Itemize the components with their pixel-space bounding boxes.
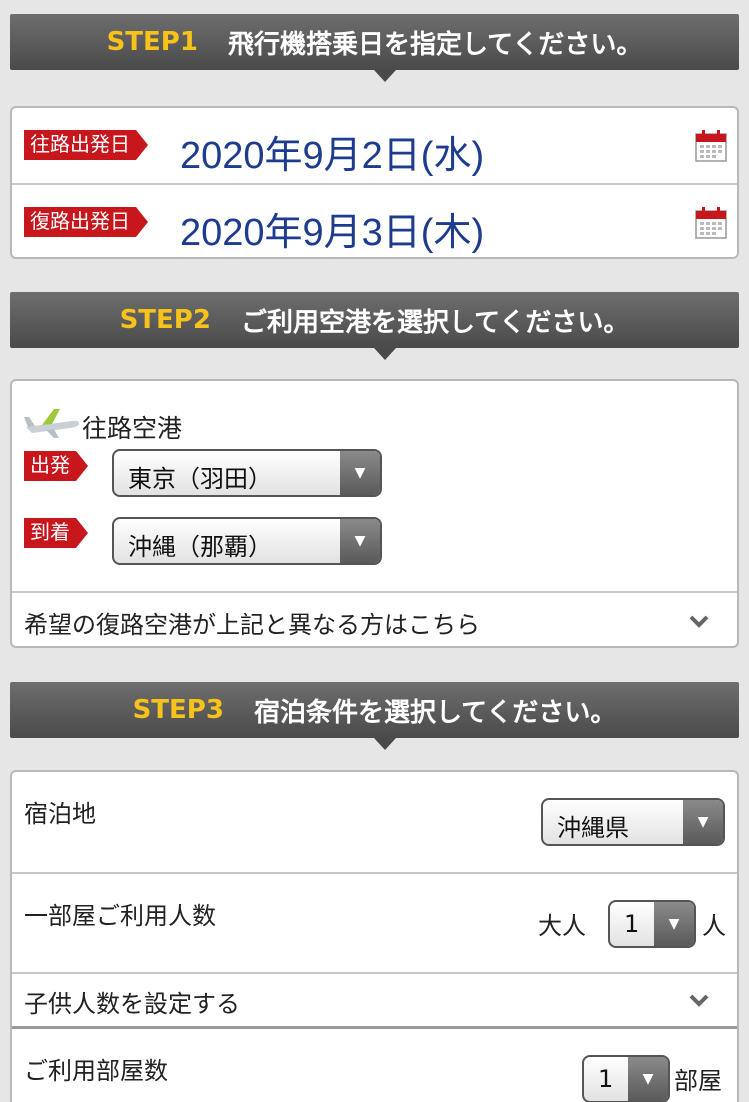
calendar-icon[interactable] (695, 207, 727, 239)
outbound-date-tag: 往路出発日 (24, 130, 148, 160)
calendar-icon[interactable] (695, 130, 727, 162)
departure-airport-value: 東京（羽田） (128, 465, 272, 493)
rooms-label: ご利用部屋数 (24, 1057, 168, 1085)
stay-card: 宿泊地 沖縄県 ▼ 一部屋ご利用人数 大人 1 ▼ 人 子供人数を設定する ご利… (10, 770, 739, 1102)
step1-title: 飛行機搭乗日を指定してください。 (227, 29, 643, 60)
dropdown-arrow-icon: ▼ (683, 800, 723, 844)
adults-label: 大人 (538, 912, 586, 940)
airport-card: 往路空港 出発 東京（羽田） ▼ 到着 沖縄（那覇） ▼ 希望の復路空港が上記と… (10, 379, 739, 648)
stay-location-label: 宿泊地 (24, 800, 96, 828)
step2-number: STEP2 (119, 305, 211, 335)
dropdown-arrow-icon: ▼ (340, 451, 380, 495)
step2-arrow (374, 348, 396, 360)
step2-header: STEP2 ご利用空港を選択してください。 (10, 292, 739, 360)
departure-tag: 出発 (24, 451, 88, 481)
step1-header: STEP1 飛行機搭乗日を指定してください。 (10, 14, 739, 82)
airplane-icon (24, 409, 80, 438)
chevron-down-icon[interactable] (689, 611, 709, 631)
step2-title: ご利用空港を選択してください。 (240, 307, 630, 338)
departure-airport-select[interactable]: 東京（羽田） ▼ (112, 449, 382, 497)
rooms-count-select[interactable]: 1 ▼ (582, 1055, 670, 1102)
person-unit: 人 (702, 912, 726, 940)
step3-number: STEP3 (132, 695, 224, 725)
step1-arrow (374, 70, 396, 82)
step3-arrow (374, 738, 396, 750)
dropdown-arrow-icon: ▼ (654, 902, 694, 946)
rooms-row: ご利用部屋数 1 ▼ 部屋 (12, 1026, 737, 1102)
outbound-date-value[interactable]: 2020年9月2日(水) (180, 124, 484, 179)
arrival-airport-select[interactable]: 沖縄（那覇） ▼ (112, 517, 382, 565)
return-date-row[interactable]: 復路出発日 2020年9月3日(木) (12, 183, 737, 257)
chevron-down-icon[interactable] (689, 990, 709, 1010)
return-date-tag: 復路出発日 (24, 207, 148, 237)
dropdown-arrow-icon: ▼ (340, 519, 380, 563)
outbound-airport-label: 往路空港 (82, 414, 183, 443)
stay-location-value: 沖縄県 (557, 814, 629, 842)
stay-location-select[interactable]: 沖縄県 ▼ (541, 798, 725, 846)
return-date-value[interactable]: 2020年9月3日(木) (180, 201, 484, 256)
return-airport-link[interactable]: 希望の復路空港が上記と異なる方はこちら (24, 605, 480, 640)
date-card: 往路出発日 2020年9月2日(水) 復路出発日 2020年9月3日(木) (10, 106, 739, 259)
step3-header: STEP3 宿泊条件を選択してください。 (10, 682, 739, 750)
outbound-date-row[interactable]: 往路出発日 2020年9月2日(水) (12, 108, 737, 183)
dropdown-arrow-icon: ▼ (628, 1057, 668, 1101)
arrival-airport-value: 沖縄（那覇） (128, 533, 272, 561)
return-airport-toggle[interactable]: 希望の復路空港が上記と異なる方はこちら (12, 591, 737, 646)
step1-number: STEP1 (106, 27, 198, 57)
adults-count-select[interactable]: 1 ▼ (608, 900, 696, 948)
guests-label: 一部屋ご利用人数 (24, 902, 216, 930)
rooms-unit: 部屋 (674, 1067, 722, 1095)
adults-count-value: 1 (624, 910, 640, 938)
children-toggle[interactable]: 子供人数を設定する (12, 972, 737, 1026)
step3-title: 宿泊条件を選択してください。 (253, 697, 617, 728)
guests-row: 一部屋ご利用人数 大人 1 ▼ 人 (12, 872, 737, 972)
children-link[interactable]: 子供人数を設定する (24, 984, 240, 1019)
rooms-count-value: 1 (598, 1065, 614, 1093)
arrival-tag: 到着 (24, 518, 88, 548)
